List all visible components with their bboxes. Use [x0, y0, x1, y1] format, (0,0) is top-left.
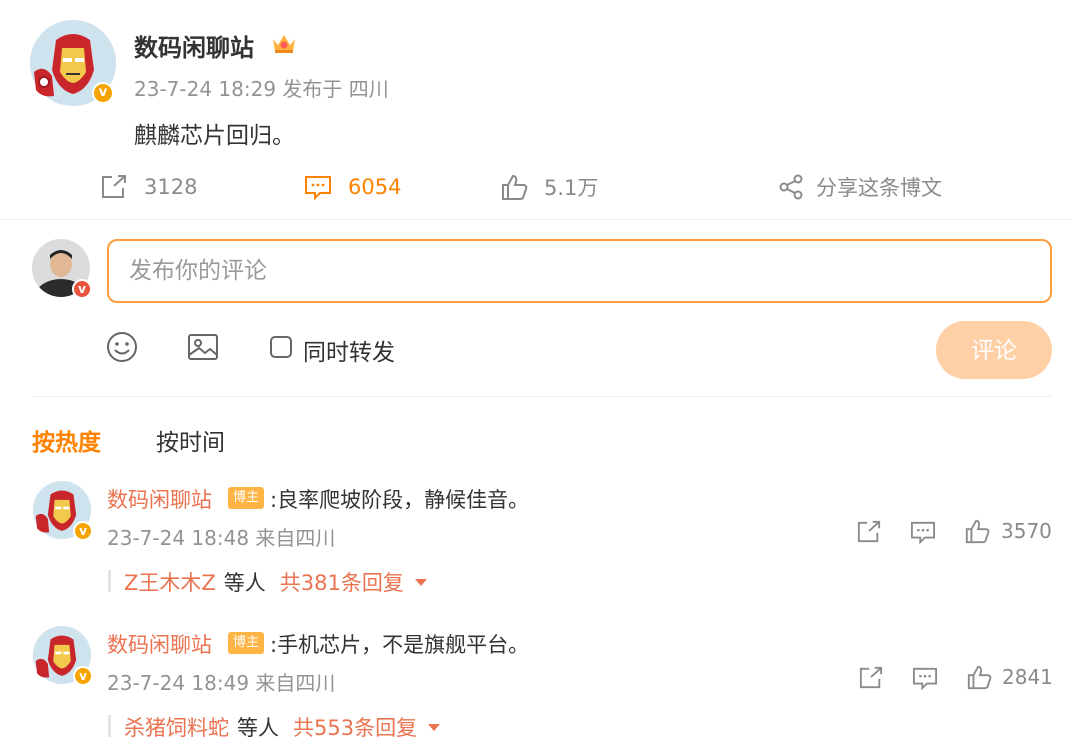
comment-button[interactable]: 6054 [304, 172, 401, 202]
comment-repost-button[interactable] [858, 666, 884, 694]
comment-avatar[interactable]: v [33, 626, 93, 686]
my-avatar[interactable]: v [32, 239, 92, 299]
crown-icon [271, 31, 297, 55]
comment-text: :良率爬坡阶段，静候佳音。 [270, 488, 530, 512]
blogger-tag: 博主 [228, 632, 264, 654]
share-label: 分享这条博文 [816, 176, 942, 200]
repost-checkbox-label[interactable]: 同时转发 [303, 333, 395, 367]
repost-icon [859, 666, 883, 689]
reply-etc: 等人 [223, 571, 266, 595]
author-avatar[interactable]: v [30, 20, 116, 106]
submit-comment-button[interactable]: 评论 [936, 321, 1052, 379]
verified-v-icon: v [73, 521, 93, 541]
reply-users[interactable]: Z王木木Z [124, 567, 216, 597]
reply-summary[interactable]: 杀猪饲料蛇 等人 共553条回复 [124, 712, 441, 742]
comment-reply-button[interactable] [912, 666, 938, 694]
emoji-button[interactable] [106, 331, 138, 367]
comment-like-button[interactable]: 2841 [966, 664, 1053, 690]
reply-divider [108, 570, 111, 592]
image-button[interactable] [187, 331, 219, 367]
comment-like-count: 2841 [1002, 665, 1053, 689]
comment-author[interactable]: 数码闲聊站 [107, 484, 212, 514]
comment-count: 6054 [348, 175, 402, 199]
comment-input-box[interactable] [107, 239, 1052, 303]
verified-v-icon: v [92, 82, 114, 104]
author-name[interactable]: 数码闲聊站 [134, 28, 254, 63]
image-icon [188, 334, 218, 360]
divider [0, 219, 1072, 220]
comment-avatar[interactable]: v [33, 481, 93, 541]
like-count: 5.1万 [544, 176, 599, 200]
comment-reply-button[interactable] [910, 520, 936, 548]
comment-repost-button[interactable] [856, 520, 882, 548]
blogger-tag: 博主 [228, 487, 264, 509]
like-button[interactable]: 5.1万 [500, 172, 598, 202]
reply-users[interactable]: 杀猪饲料蛇 [124, 712, 229, 742]
divider [32, 396, 1052, 397]
comment-meta: 23-7-24 18:49 来自四川 [107, 671, 336, 695]
thumbs-up-icon [965, 519, 990, 544]
verified-v-icon: v [72, 279, 92, 299]
repost-icon [102, 175, 126, 198]
reply-divider [108, 715, 111, 737]
comment-like-button[interactable]: 3570 [964, 518, 1052, 544]
reply-total[interactable]: 共553条回复 [293, 712, 417, 742]
reply-total[interactable]: 共381条回复 [280, 567, 404, 597]
verified-v-icon: v [73, 666, 93, 686]
repost-count: 3128 [144, 175, 198, 199]
comment-meta: 23-7-24 18:48 来自四川 [107, 526, 336, 550]
comment-icon [305, 176, 331, 200]
reply-summary[interactable]: Z王木木Z 等人 共381条回复 [124, 567, 428, 597]
share-button[interactable]: 分享这条博文 [778, 172, 942, 202]
share-icon [779, 174, 803, 200]
thumbs-up-icon [502, 174, 528, 200]
chevron-down-icon [428, 724, 441, 731]
comment-icon [911, 521, 935, 545]
repost-icon [857, 520, 881, 543]
chevron-down-icon [414, 579, 427, 586]
thumbs-up-icon [967, 665, 992, 690]
emoji-icon [107, 332, 137, 362]
comment-like-count: 3570 [1001, 519, 1052, 543]
reply-etc: 等人 [237, 716, 279, 740]
comment-text: :手机芯片，不是旗舰平台。 [270, 633, 530, 657]
repost-button[interactable]: 3128 [100, 172, 197, 202]
repost-checkbox[interactable] [270, 336, 292, 358]
comment-icon [913, 667, 937, 691]
post-meta: 23-7-24 18:29 发布于 四川 [134, 77, 389, 101]
tab-sort-hot[interactable]: 按热度 [32, 423, 101, 457]
comment-author[interactable]: 数码闲聊站 [107, 629, 212, 659]
post-text: 麒麟芯片回归。 [134, 123, 295, 149]
tab-sort-time[interactable]: 按时间 [156, 423, 225, 457]
comment-input[interactable] [109, 241, 1050, 301]
